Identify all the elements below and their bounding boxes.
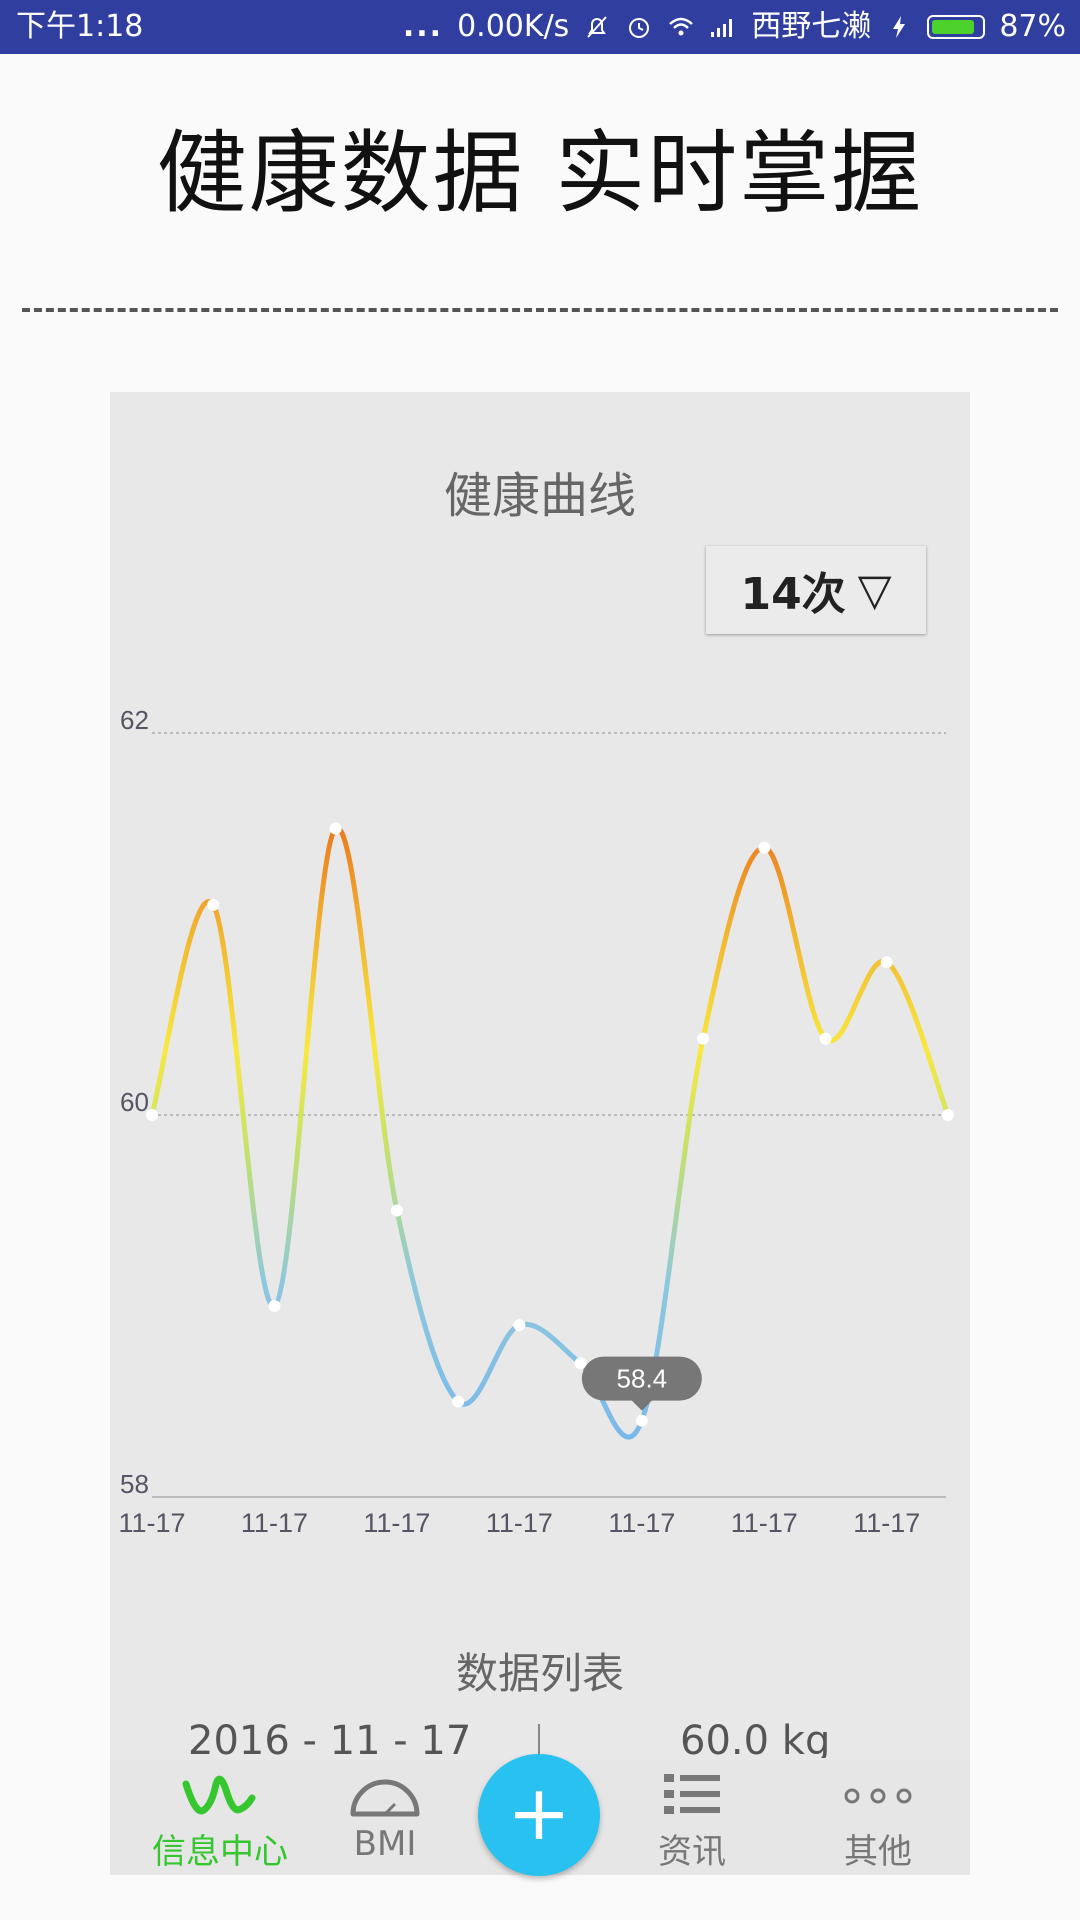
data-point [207,898,220,911]
series-line [149,825,951,1440]
data-point [574,1357,587,1370]
x-tick-label: 11-17 [363,1508,430,1538]
list-item-value: 60.0 kg [680,1718,831,1758]
nav-item-label: BMI [353,1824,417,1864]
data-point [880,956,893,969]
data-point [697,1032,710,1045]
data-point [819,1032,832,1045]
list-item-date: 2016 - 11 - 17 [188,1718,472,1758]
nav-item-bmi[interactable]: BMI [305,1760,465,1875]
list-icon [664,1774,720,1814]
data-point [513,1319,526,1332]
data-point [146,1109,158,1121]
data-point [390,1204,403,1217]
y-tick-label: 58 [120,1469,149,1499]
x-tick-label: 11-17 [118,1508,185,1538]
x-tick-label: 11-17 [608,1508,675,1538]
gauge-icon [350,1779,420,1817]
health-line-chart: 62 60 58 11-17 11-17 11-17 11-17 11-17 11-17 11-1… [118,705,954,1538]
list-item-separator [538,1724,540,1758]
data-point [942,1109,954,1121]
list-title: 数据列表 [455,1649,624,1698]
x-tick-label: 11-17 [241,1508,308,1538]
nav-item-label: 其他 [844,1832,912,1872]
data-point [758,841,771,854]
list-item[interactable]: 2016 - 11 - 17 60.0 kg [110,1718,970,1758]
tooltip-value: 58.4 [617,1364,668,1394]
nav-item-more[interactable]: 其他 [798,1760,958,1875]
nav-item-label: 资讯 [658,1832,726,1872]
y-tick-label: 60 [120,1087,149,1117]
data-point [268,1300,281,1312]
more-icon [844,1788,912,1804]
data-point [452,1395,465,1408]
wave-icon [182,1775,256,1815]
nav-item-label: 信息中心 [152,1832,288,1872]
x-tick-label: 11-17 [853,1508,920,1538]
x-tick-label: 11-17 [486,1508,553,1538]
data-point [329,822,342,835]
x-tick-label: 11-17 [731,1508,798,1538]
data-point [635,1414,648,1427]
nav-item-info-center[interactable]: 信息中心 [140,1760,300,1875]
nav-item-news[interactable]: 资讯 [612,1760,772,1875]
y-tick-label: 62 [120,705,149,735]
add-record-button[interactable]: + [478,1754,600,1876]
